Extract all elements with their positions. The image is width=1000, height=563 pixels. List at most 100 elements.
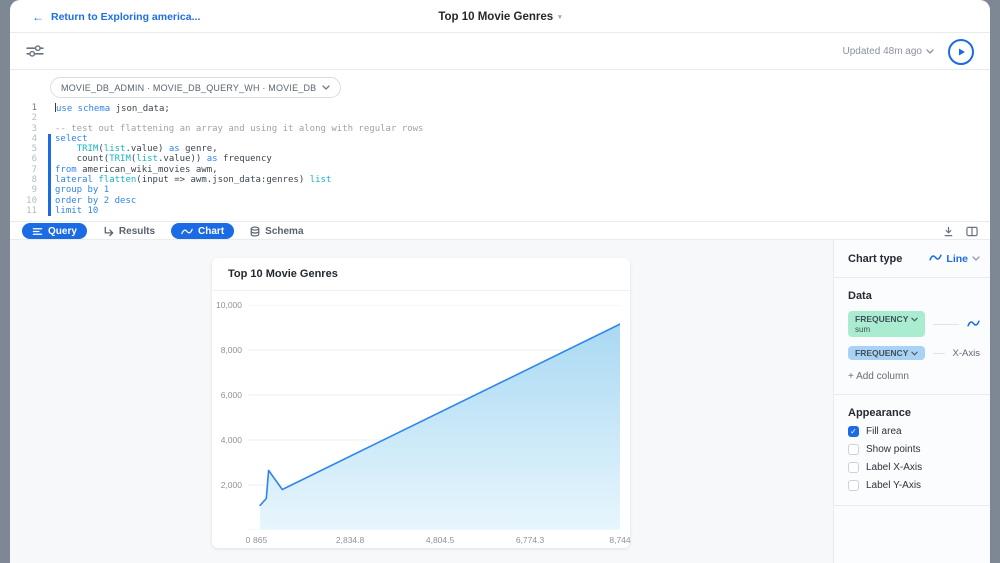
appearance-checkboxes: Fill area Show points Label X-Axis Label Y-…	[848, 426, 980, 491]
x-tick-label: 6,774.3	[516, 535, 544, 545]
tab-schema[interactable]: Schema	[240, 223, 313, 239]
x-axis-row: FREQUENCY X-Axis	[848, 346, 980, 360]
tab-label: Chart	[198, 226, 224, 237]
selection-bar	[37, 124, 55, 134]
tab-label: Query	[48, 226, 77, 237]
checkbox[interactable]	[848, 444, 859, 455]
line-number: 5	[10, 144, 37, 154]
updated-dropdown[interactable]: Updated 48m ago	[842, 33, 934, 70]
x-tick-label: 0	[246, 535, 251, 545]
tab-chart[interactable]: Chart	[171, 223, 234, 239]
y-tick-label: 6,000	[212, 390, 242, 400]
x-tick-label: 865	[253, 535, 267, 545]
sql-editor[interactable]: MOVIE_DB_ADMIN · MOVIE_DB_QUERY_WH · MOV…	[10, 70, 990, 222]
selection-bar	[37, 154, 55, 164]
tab-label: Schema	[265, 226, 303, 237]
checkbox-label: Fill area	[866, 426, 902, 437]
selection-bar	[37, 103, 55, 113]
line-number: 6	[10, 154, 37, 164]
page-title-label: Top 10 Movie Genres	[438, 11, 553, 23]
line-number: 7	[10, 165, 37, 175]
play-icon	[955, 46, 967, 58]
selection-bar	[37, 206, 55, 216]
back-link-label: Return to Exploring america...	[51, 11, 200, 23]
run-query-button[interactable]	[948, 39, 974, 65]
x-axis-column-pill[interactable]: FREQUENCY	[848, 346, 925, 360]
connector-line	[933, 324, 959, 325]
code-line: 1 use schema json_data;	[10, 103, 990, 113]
page-title[interactable]: Top 10 Movie Genres ▾	[438, 0, 561, 33]
line-number: 9	[10, 185, 37, 195]
line-number: 8	[10, 175, 37, 185]
checkbox-label: Label X-Axis	[866, 462, 922, 473]
database-icon	[250, 226, 260, 237]
y-tick-label: 8,000	[212, 345, 242, 355]
connector-line	[933, 353, 944, 354]
checkbox-row-fill-area[interactable]: Fill area	[848, 426, 980, 437]
filter-sliders-icon[interactable]	[26, 44, 46, 59]
line-number: 4	[10, 134, 37, 144]
chevron-down-icon	[911, 351, 918, 356]
code-line: 10order by 2 desc	[10, 196, 990, 206]
code-text: order by 2 desc	[55, 196, 136, 206]
checkbox[interactable]	[848, 480, 859, 491]
worksheet-window: ← Return to Exploring america... Top 10 …	[10, 0, 990, 563]
worksheet-toolbar: Updated 48m ago	[10, 33, 990, 70]
chevron-down-icon	[911, 317, 918, 322]
code-text: from american_wiki_movies awm,	[55, 165, 218, 175]
line-number: 2	[10, 113, 37, 123]
line-number: 1	[10, 103, 37, 113]
chart-plot	[248, 305, 620, 530]
code-text: count(TRIM(list.value)) as frequency	[55, 154, 272, 164]
checkbox-row-label-y-axis[interactable]: Label Y-Axis	[848, 480, 980, 491]
chart-title-divider	[212, 290, 630, 291]
split-panel-icon[interactable]	[966, 226, 978, 237]
download-icon[interactable]	[943, 226, 954, 237]
back-link[interactable]: ← Return to Exploring america...	[32, 0, 200, 33]
checkbox[interactable]	[848, 426, 859, 437]
checkbox-row-show-points[interactable]: Show points	[848, 444, 980, 455]
checkbox-label: Show points	[866, 444, 920, 455]
chevron-down-icon	[972, 256, 980, 261]
code-line: 5 TRIM(list.value) as genre,	[10, 144, 990, 154]
selection-bar	[37, 185, 55, 195]
updated-label: Updated 48m ago	[842, 46, 922, 57]
add-column-button[interactable]: + Add column	[848, 371, 980, 382]
code-text: -- test out flattening an array and usin…	[55, 124, 423, 134]
code-text: use schema json_data;	[55, 103, 170, 113]
code-line: 2	[10, 113, 990, 123]
x-tick-label: 8,744	[609, 535, 630, 545]
chart-title: Top 10 Movie Genres	[228, 268, 338, 280]
line-number: 11	[10, 206, 37, 216]
code-lines[interactable]: 1use schema json_data;23-- test out flat…	[10, 103, 990, 221]
tab-results[interactable]: Results	[93, 223, 165, 239]
chart-type-select[interactable]: Line	[929, 253, 980, 265]
selection-bar	[37, 144, 55, 154]
y-pill-name: FREQUENCY	[855, 314, 908, 324]
appearance-heading: Appearance	[848, 407, 980, 419]
y-axis-column-pill[interactable]: FREQUENCY sum	[848, 311, 925, 337]
y-axis-row: FREQUENCY sum	[848, 311, 980, 337]
title-bar: ← Return to Exploring america... Top 10 …	[10, 0, 990, 33]
selection-bar	[37, 113, 55, 123]
code-line: 6 count(TRIM(list.value)) as frequency	[10, 154, 990, 164]
code-text: limit 10	[55, 206, 98, 216]
code-text: TRIM(list.value) as genre,	[55, 144, 218, 154]
chart-card: Top 10 Movie Genres 2,0004,0006,0008,000…	[212, 258, 630, 548]
checkbox[interactable]	[848, 462, 859, 473]
data-section: Data FREQUENCY sum	[834, 278, 990, 395]
tab-label: Results	[119, 226, 155, 237]
checkbox-row-label-x-axis[interactable]: Label X-Axis	[848, 462, 980, 473]
context-selector[interactable]: MOVIE_DB_ADMIN · MOVIE_DB_QUERY_WH · MOV…	[50, 77, 341, 98]
y-pill-aggregation: sum	[855, 325, 918, 334]
chart-type-heading: Chart type	[848, 253, 902, 265]
code-line: 7 from american_wiki_movies awm,	[10, 165, 990, 175]
code-line: 11 limit 10	[10, 206, 990, 216]
chevron-down-icon	[926, 49, 934, 54]
tab-query[interactable]: Query	[22, 223, 87, 239]
x-axis-label: X-Axis	[953, 348, 980, 359]
chevron-down-icon	[322, 85, 330, 90]
chart-view: Top 10 Movie Genres 2,0004,0006,0008,000…	[10, 240, 990, 563]
line-series-icon[interactable]	[967, 315, 980, 333]
back-arrow-icon: ←	[32, 11, 44, 23]
